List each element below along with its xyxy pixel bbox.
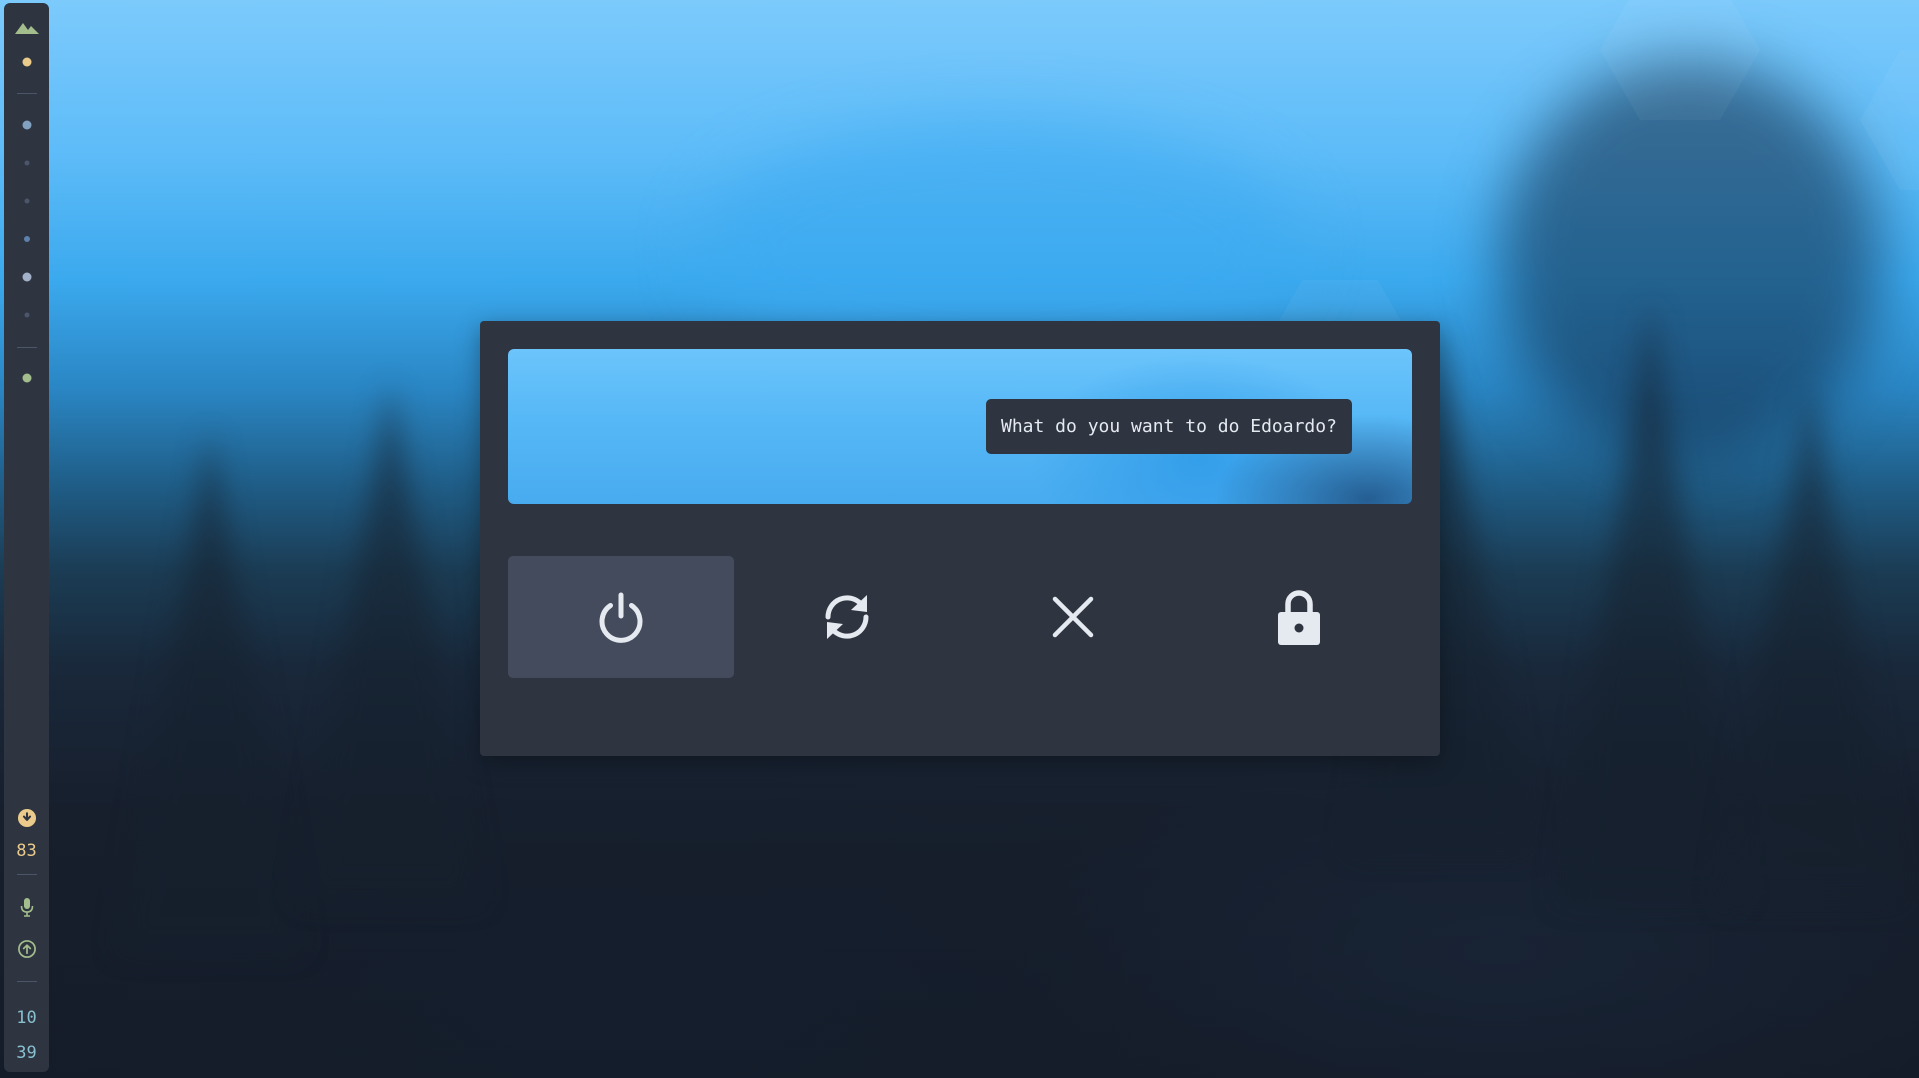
desktop-wallpaper: 83 10 39 What do you want to do Edoardo? — [0, 0, 1919, 1078]
logout-button[interactable] — [960, 556, 1186, 678]
workspace-dot-8[interactable] — [22, 373, 31, 383]
separator — [17, 347, 37, 348]
lock-button[interactable] — [1186, 556, 1412, 678]
prompt-banner: What do you want to do Edoardo? — [508, 349, 1412, 504]
microphone-icon[interactable] — [20, 897, 34, 917]
workspace-dot-6[interactable] — [22, 272, 31, 282]
workspace-dot-3[interactable] — [24, 160, 29, 166]
power-menu: What do you want to do Edoardo? — [480, 321, 1440, 756]
battery-icon — [17, 808, 36, 828]
hexagon-decoration — [1860, 50, 1919, 190]
separator — [17, 874, 37, 875]
shutdown-button[interactable] — [508, 556, 734, 678]
tree-silhouette — [300, 380, 480, 900]
separator — [17, 93, 37, 94]
separator — [17, 981, 37, 982]
close-icon — [1052, 596, 1094, 638]
workspace-dot-4[interactable] — [24, 198, 29, 204]
refresh-icon — [825, 595, 869, 639]
workspace-dot-5[interactable] — [23, 236, 30, 242]
reboot-button[interactable] — [734, 556, 960, 678]
lock-icon — [1278, 590, 1320, 645]
clock-minute: 39 — [16, 1043, 37, 1063]
tree-silhouette — [120, 430, 300, 950]
power-icon — [599, 592, 643, 643]
tree-silhouette — [1560, 300, 1740, 900]
side-bar: 83 10 39 — [4, 3, 49, 1072]
workspace-dot-7[interactable] — [24, 312, 29, 318]
workspace-dot-2[interactable] — [22, 120, 31, 130]
workspace-dot-1[interactable] — [22, 57, 31, 67]
tree-silhouette — [1720, 380, 1900, 900]
battery-percent: 83 — [16, 841, 37, 861]
prompt-message: What do you want to do Edoardo? — [986, 399, 1352, 454]
arrow-up-circle-icon[interactable] — [17, 940, 36, 959]
mountain-icon[interactable] — [14, 20, 39, 34]
clock-hour: 10 — [16, 1008, 37, 1028]
